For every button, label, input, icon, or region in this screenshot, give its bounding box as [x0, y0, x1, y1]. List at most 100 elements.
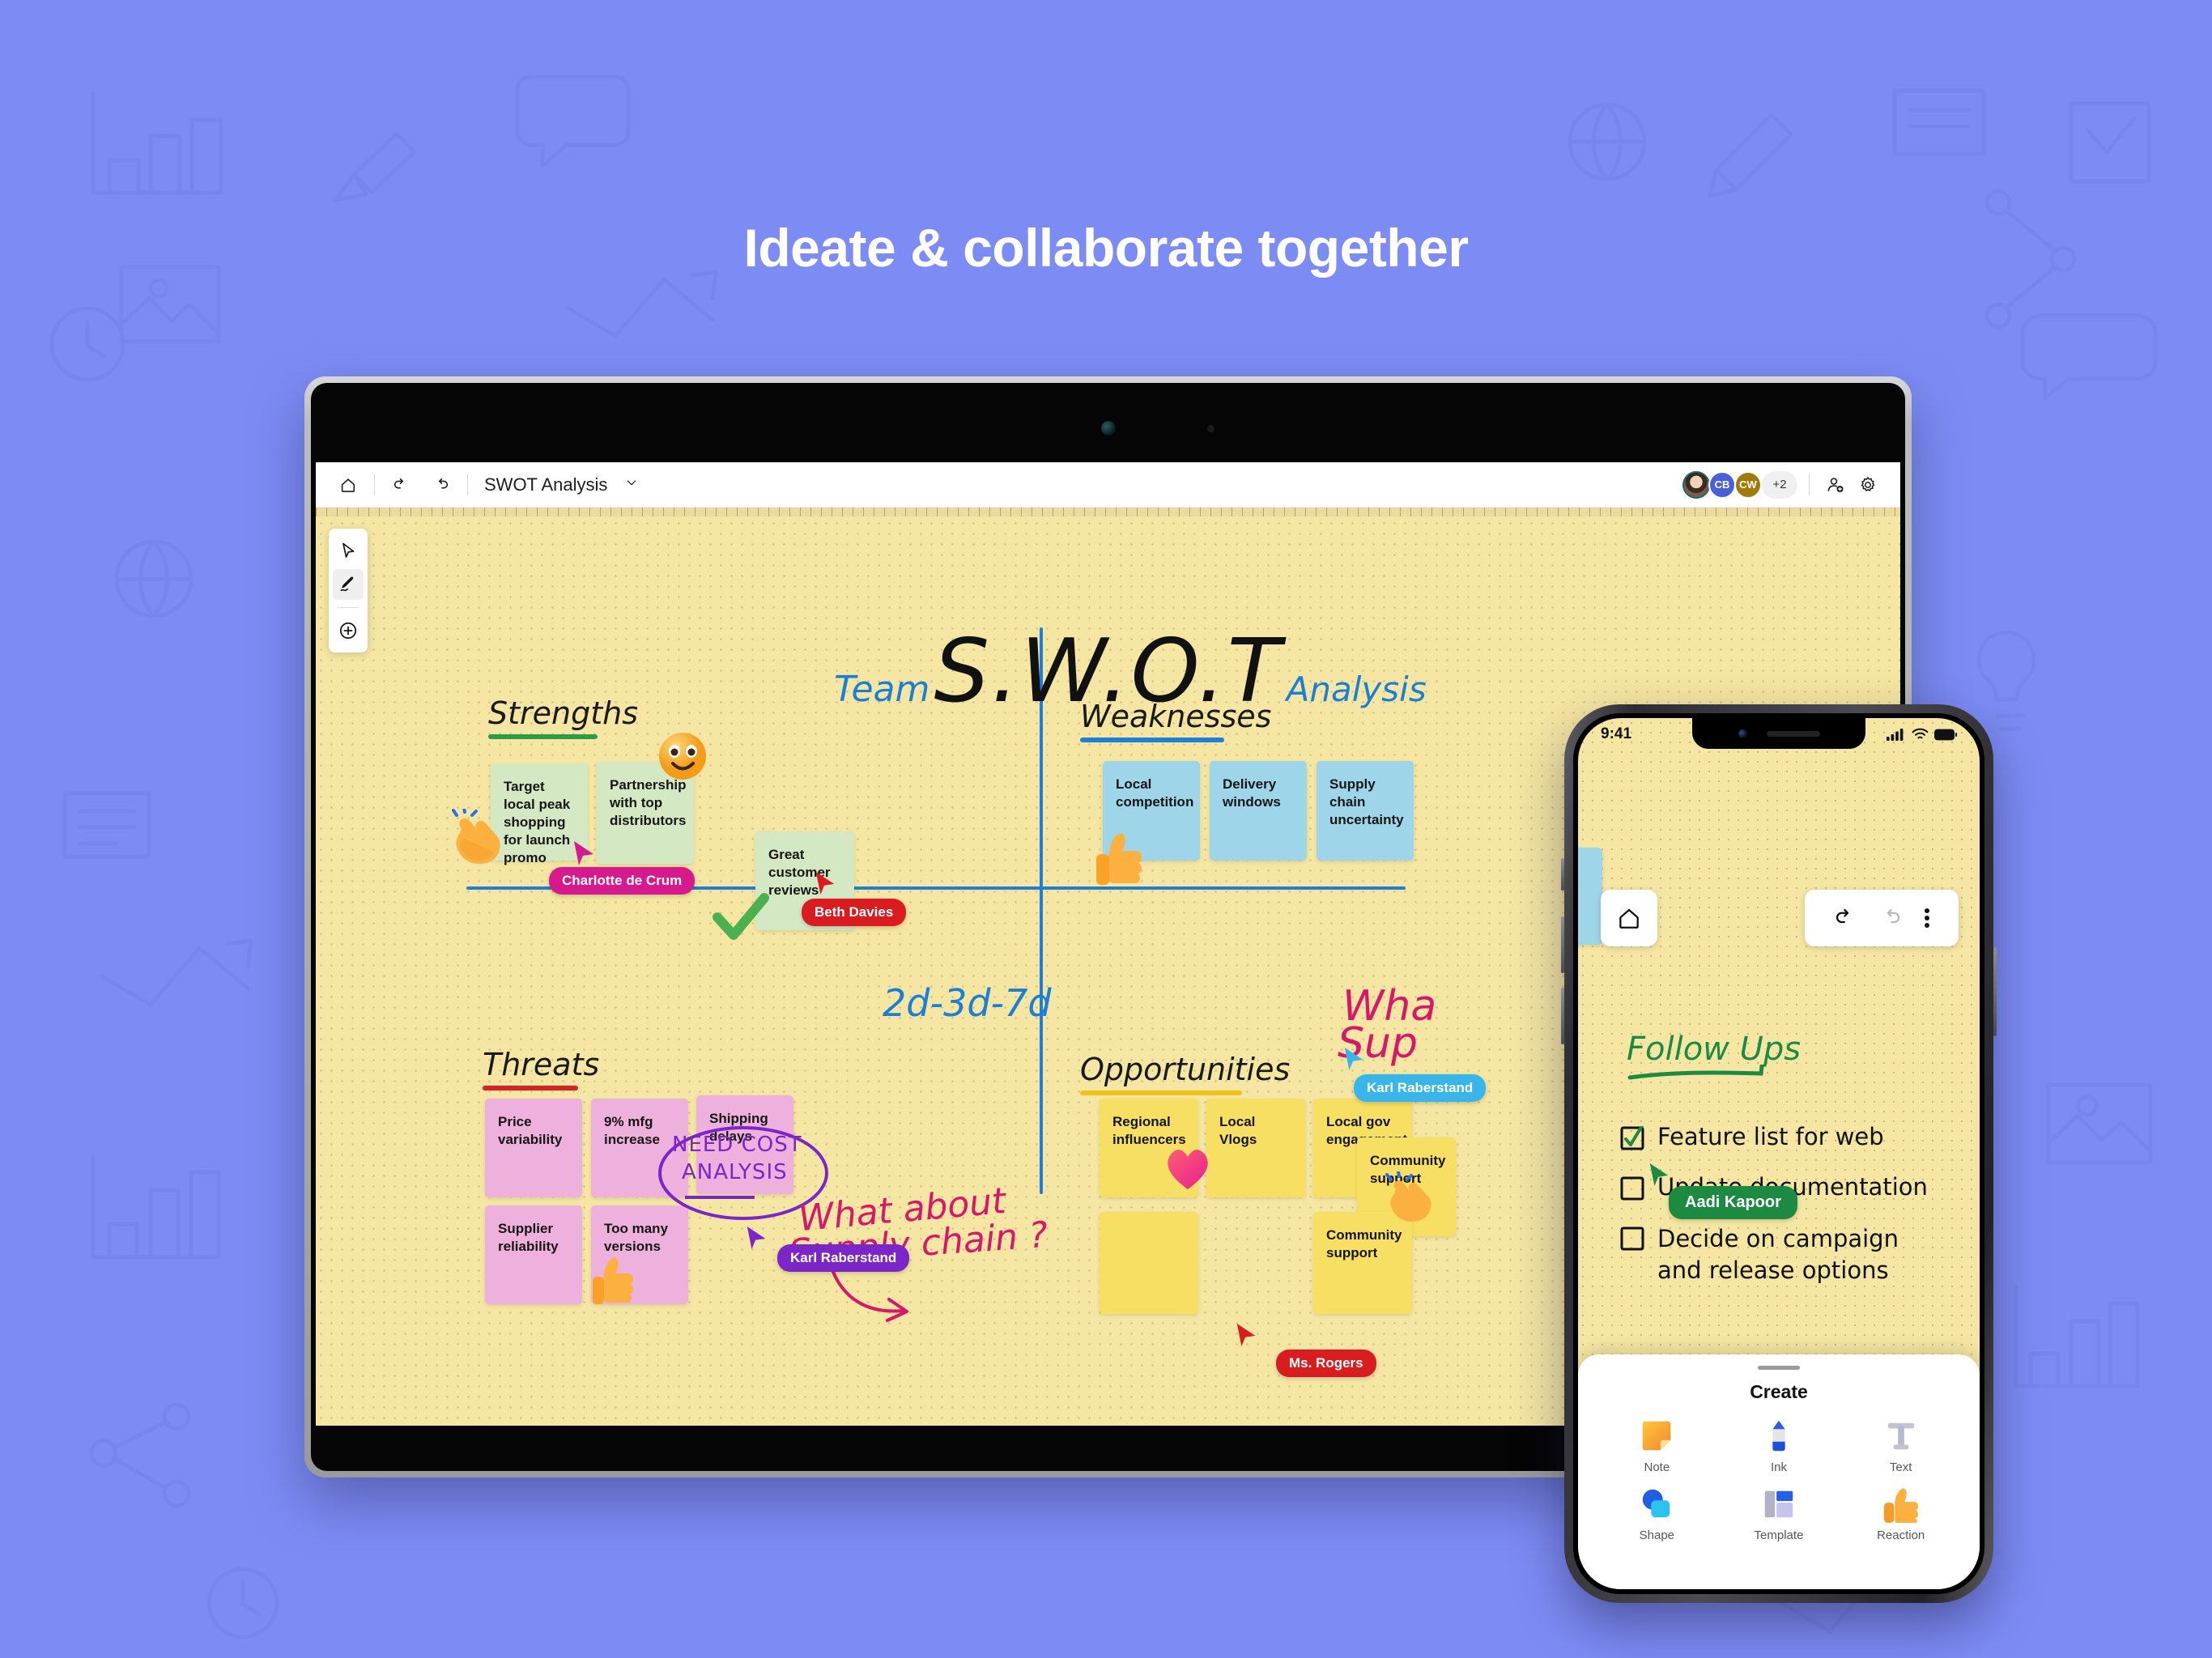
phone-mute-button[interactable]	[1561, 858, 1564, 891]
sticky-note[interactable]: Community support	[1313, 1212, 1412, 1314]
avatar[interactable]	[1682, 470, 1710, 499]
list-item[interactable]: Feature list for web	[1620, 1123, 1980, 1150]
collab-name-tag: Karl Raberstand	[1354, 1074, 1487, 1102]
sticky-note[interactable]: Price variability	[485, 1099, 582, 1197]
phone-volume-down-button[interactable]	[1561, 988, 1564, 1044]
phone-power-button[interactable]	[1993, 947, 1997, 1036]
phone-bezel: 9:41 Follow Ups Feature list for web Upd…	[1573, 713, 1984, 1594]
create-option-label: Note	[1644, 1460, 1670, 1474]
more-vertical-icon[interactable]	[1924, 906, 1930, 930]
sticky-note[interactable]	[1100, 1212, 1198, 1314]
collaborator-group: CB CW +2	[1682, 470, 1882, 500]
create-option-shape[interactable]: Shape	[1596, 1486, 1718, 1542]
checkbox-icon[interactable]	[1620, 1226, 1644, 1251]
create-option-template[interactable]: Template	[1718, 1486, 1840, 1542]
home-icon[interactable]	[334, 470, 363, 500]
collab-name-tag: Beth Davies	[802, 899, 907, 926]
sticky-note[interactable]: Local Vlogs	[1206, 1099, 1305, 1197]
board-title[interactable]: SWOT Analysis	[484, 474, 607, 495]
collab-name-tag: Charlotte de Crum	[549, 867, 696, 895]
text-icon	[1887, 1422, 1914, 1450]
sticky-note[interactable]: Supplier reliability	[485, 1205, 582, 1304]
phone-speaker-icon	[1766, 730, 1820, 737]
quadrant-label-weaknesses: Weaknesses	[1080, 699, 1271, 742]
board-heading-prefix: Team	[834, 669, 930, 710]
chevron-down-icon[interactable]	[625, 476, 638, 493]
shape-icon	[1643, 1489, 1670, 1518]
add-tool[interactable]	[333, 615, 364, 646]
collab-name-tag: Karl Raberstand	[777, 1244, 910, 1272]
quadrant-label-text: Strengths	[488, 695, 639, 731]
create-option-label: Shape	[1639, 1528, 1675, 1542]
ink-annotation: 2d-3d-7d	[883, 981, 1052, 1025]
redo-icon[interactable]	[1878, 906, 1903, 930]
create-option-label: Ink	[1770, 1460, 1787, 1474]
pen-tool[interactable]	[333, 569, 364, 600]
phone-screen[interactable]: 9:41 Follow Ups Feature list for web Upd…	[1578, 718, 1980, 1589]
create-option-label: Template	[1754, 1528, 1804, 1542]
create-option-ink[interactable]: Ink	[1718, 1418, 1840, 1474]
create-sheet: Create Note Ink Text Shape Template Reac…	[1578, 1354, 1980, 1589]
quadrant-underline	[1080, 1090, 1242, 1095]
quadrant-label-text: Weaknesses	[1080, 699, 1272, 734]
board-heading-suffix: Analysis	[1286, 670, 1427, 709]
select-tool[interactable]	[333, 535, 364, 566]
create-option-text[interactable]: Text	[1840, 1418, 1962, 1474]
quadrant-label-threats: Threats	[483, 1047, 599, 1090]
quadrant-underline	[488, 734, 598, 739]
redo-icon[interactable]	[427, 470, 456, 500]
clap-emoji	[1385, 1171, 1431, 1222]
gear-icon[interactable]	[1853, 470, 1882, 500]
undo-icon[interactable]	[386, 470, 415, 500]
create-option-note[interactable]: Note	[1596, 1418, 1718, 1474]
add-person-icon[interactable]	[1821, 470, 1850, 500]
home-icon	[1619, 908, 1639, 929]
battery-icon	[1934, 729, 1957, 740]
pen-icon	[1772, 1420, 1785, 1452]
toolbar-divider	[374, 474, 375, 495]
status-time: 9:41	[1601, 725, 1632, 742]
quadrant-label-text: Opportunities	[1080, 1052, 1291, 1087]
collab-cursor	[1648, 1162, 1670, 1192]
phone-device: 9:41 Follow Ups Feature list for web Upd…	[1561, 704, 1997, 1603]
quadrant-underline	[1080, 738, 1224, 742]
create-options-grid: Note Ink Text Shape Template Reaction	[1578, 1418, 1980, 1542]
collab-cursor	[1342, 1046, 1365, 1072]
check-mark	[713, 893, 769, 940]
phone-home-button[interactable]	[1601, 890, 1657, 946]
thumbs-up-emoji	[1096, 833, 1142, 885]
toolbar-divider-3	[1809, 474, 1810, 495]
tablet-sensor-icon	[1206, 425, 1214, 432]
quadrant-label-opportunities: Opportunities	[1080, 1052, 1290, 1095]
avatar-overflow-count[interactable]: +2	[1762, 470, 1797, 499]
checkbox-icon[interactable]	[1620, 1176, 1644, 1201]
list-item[interactable]: Decide on campaign and release options	[1620, 1223, 1980, 1286]
ink-annotation: NEED COST	[672, 1133, 802, 1157]
cellular-icon	[1887, 728, 1904, 741]
collab-name-tag: Aadi Kapoor	[1669, 1186, 1797, 1219]
collab-name-tag: Ms. Rogers	[1276, 1350, 1376, 1377]
tool-palette	[329, 529, 368, 653]
page-headline: Ideate & collaborate together	[743, 218, 1469, 278]
phone-volume-up-button[interactable]	[1561, 916, 1564, 973]
collab-cursor	[1235, 1322, 1257, 1348]
thumbs-up-icon	[1883, 1488, 1918, 1523]
avatar[interactable]: CB	[1708, 470, 1736, 499]
heart-emoji	[1168, 1150, 1208, 1189]
sticky-note[interactable]: Delivery windows	[1210, 761, 1307, 861]
tablet-camera-icon	[1100, 421, 1116, 436]
create-option-reaction[interactable]: Reaction	[1840, 1486, 1962, 1542]
sticky-note-partial[interactable]	[1578, 848, 1602, 945]
quadrant-label-text: Threats	[483, 1047, 600, 1082]
list-item-label: Decide on campaign and release options	[1657, 1225, 1899, 1285]
create-option-label: Text	[1889, 1460, 1912, 1474]
checkbox-checked-icon[interactable]	[1620, 1126, 1644, 1150]
phone-action-bar	[1805, 890, 1959, 946]
sticky-note[interactable]: Supply chain uncertainty	[1317, 761, 1414, 861]
avatar[interactable]: CW	[1734, 470, 1762, 499]
toolbar-divider-2	[467, 474, 468, 495]
canvas-ruler	[316, 508, 1900, 517]
palette-divider	[338, 607, 359, 608]
sheet-grabber[interactable]	[1758, 1366, 1800, 1370]
undo-icon[interactable]	[1833, 906, 1857, 930]
